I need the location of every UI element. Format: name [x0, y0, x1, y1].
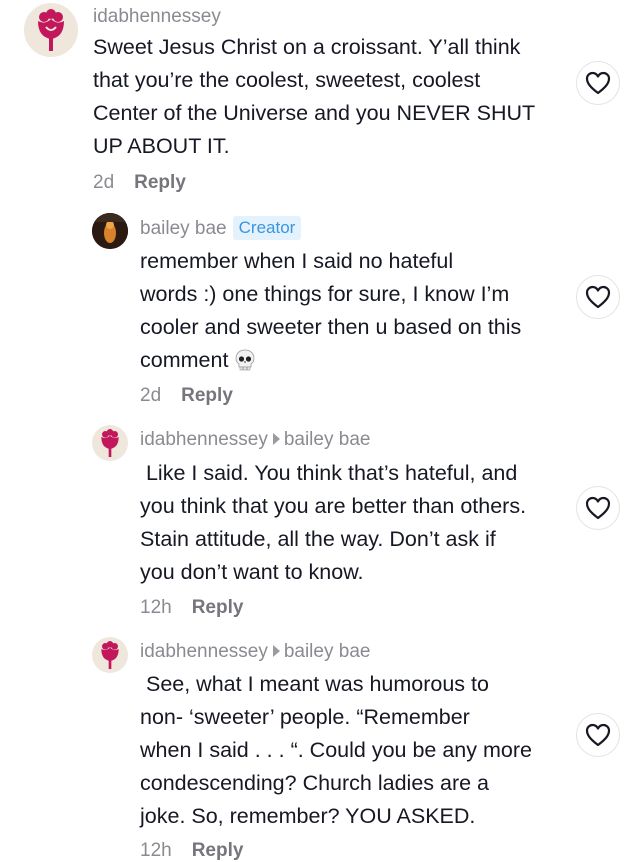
like-button[interactable]	[576, 486, 620, 530]
comment-2: bailey bae Creator remember when I said n…	[0, 200, 640, 415]
user-avatar[interactable]	[92, 213, 128, 249]
comment-text-line: non- ‘sweeter’ people. “Remember	[140, 705, 470, 729]
user-avatar[interactable]	[24, 3, 78, 57]
comment-timestamp: 12h	[140, 597, 172, 618]
reply-to-username[interactable]: bailey bae	[284, 641, 371, 662]
comment-timestamp: 12h	[140, 840, 172, 861]
comment-username[interactable]: idabhennessey	[93, 6, 221, 28]
comment-text-line: when I said . . . “. Could you be any mo…	[140, 738, 532, 762]
comment-timestamp: 2d	[140, 385, 162, 406]
comment-meta: 12h Reply	[140, 840, 243, 862]
comment-3: idabhennessey bailey bae Like I said. You…	[0, 415, 640, 627]
comment-text-line: Stain attitude, all the way. Don’t ask i…	[140, 527, 496, 551]
reply-button[interactable]: Reply	[192, 597, 244, 618]
comment-meta: 2d Reply	[140, 385, 233, 407]
comment-text-line: words :) one things for sure, I know I’m	[140, 282, 510, 306]
comment-text-fragment: comment	[140, 348, 229, 372]
username-text[interactable]: idabhennessey	[140, 641, 268, 662]
skull-icon	[236, 349, 255, 371]
comment-text-line: cooler and sweeter then u based on this	[140, 315, 522, 339]
comment-username[interactable]: bailey bae Creator	[140, 216, 302, 240]
comment-text-line: UP ABOUT IT.	[93, 134, 230, 158]
like-button[interactable]	[576, 713, 620, 757]
reply-button[interactable]: Reply	[181, 385, 233, 406]
user-avatar[interactable]	[92, 425, 128, 461]
comment-text-line: Sweet Jesus Christ on a croissant. Y’all…	[93, 35, 521, 59]
like-button[interactable]	[576, 275, 620, 319]
reply-button[interactable]: Reply	[134, 172, 186, 193]
reply-button[interactable]: Reply	[192, 840, 244, 861]
comment-text-line: Center of the Universe and you NEVER SHU…	[93, 101, 536, 125]
comment-text-line: comment	[140, 344, 256, 377]
comment-text-line: Like I said. You think that’s hateful, a…	[140, 461, 518, 485]
flower-avatar-icon	[101, 641, 119, 669]
username-text[interactable]: bailey bae	[140, 218, 227, 239]
reply-arrow-icon	[272, 432, 280, 445]
user-avatar[interactable]	[92, 637, 128, 673]
heart-icon	[585, 496, 611, 520]
comment-username[interactable]: idabhennessey bailey bae	[140, 429, 370, 451]
comment-text-line: joke. So, remember? YOU ASKED.	[140, 804, 476, 828]
creator-badge: Creator	[232, 216, 302, 240]
comment-timestamp: 2d	[93, 172, 115, 193]
heart-icon	[585, 285, 611, 309]
comment-text-line: remember when I said no hateful	[140, 249, 454, 273]
comment-text-line: See, what I meant was humorous to	[140, 672, 489, 696]
heart-icon	[585, 71, 611, 95]
comment-meta: 2d Reply	[93, 172, 186, 194]
reply-arrow-icon	[272, 644, 280, 657]
comment-text-line: you don’t want to know.	[140, 560, 364, 584]
comment-1: idabhennessey Sweet Jesus Christ on a cr…	[0, 0, 640, 200]
comment-username[interactable]: idabhennessey bailey bae	[140, 641, 370, 663]
comment-4: idabhennessey bailey bae See, what I mean…	[0, 627, 640, 861]
comment-meta: 12h Reply	[140, 597, 243, 619]
username-text[interactable]: idabhennessey	[140, 429, 268, 450]
photo-avatar-icon	[92, 213, 128, 249]
comment-text-line: that you’re the coolest, sweetest, coole…	[93, 68, 481, 92]
flower-avatar-icon	[38, 9, 64, 51]
flower-avatar-icon	[101, 429, 119, 457]
comment-text-line: you think that you are better than other…	[140, 494, 527, 518]
heart-icon	[585, 723, 611, 747]
like-button[interactable]	[576, 61, 620, 105]
reply-to-username[interactable]: bailey bae	[284, 429, 371, 450]
comment-text-line: condescending? Church ladies are a	[140, 771, 490, 795]
